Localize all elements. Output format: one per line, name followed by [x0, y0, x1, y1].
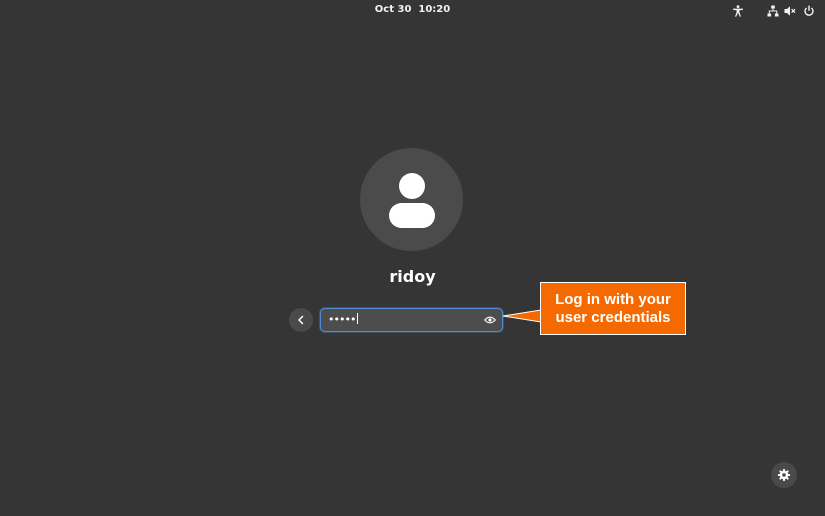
user-icon: [388, 172, 435, 228]
callout-line-2: user credentials: [555, 308, 671, 326]
password-field[interactable]: •••••: [320, 308, 503, 332]
callout-line-1: Log in with your: [555, 290, 671, 308]
show-password-button[interactable]: [483, 313, 497, 327]
callout-pointer: [503, 309, 541, 323]
avatar: [360, 148, 463, 251]
gear-icon: [778, 469, 790, 481]
volume-muted-icon[interactable]: [783, 4, 797, 18]
back-button[interactable]: [289, 308, 313, 332]
annotation-callout: Log in with your user credentials: [540, 282, 686, 335]
password-value: •••••: [328, 311, 359, 329]
accessibility-icon[interactable]: [731, 4, 745, 18]
top-bar: Oct 30 10:20: [0, 0, 825, 22]
clock[interactable]: Oct 30 10:20: [0, 4, 825, 15]
chevron-left-icon: [298, 315, 304, 325]
settings-button[interactable]: [771, 462, 797, 488]
network-icon[interactable]: [766, 4, 780, 18]
text-caret: [357, 313, 359, 324]
username-label: ridoy: [389, 267, 436, 286]
power-icon[interactable]: [802, 4, 816, 18]
eye-icon: [484, 316, 496, 324]
login-screen: Oct 30 10:20 ridoy ••••• Log in with you…: [0, 0, 825, 516]
